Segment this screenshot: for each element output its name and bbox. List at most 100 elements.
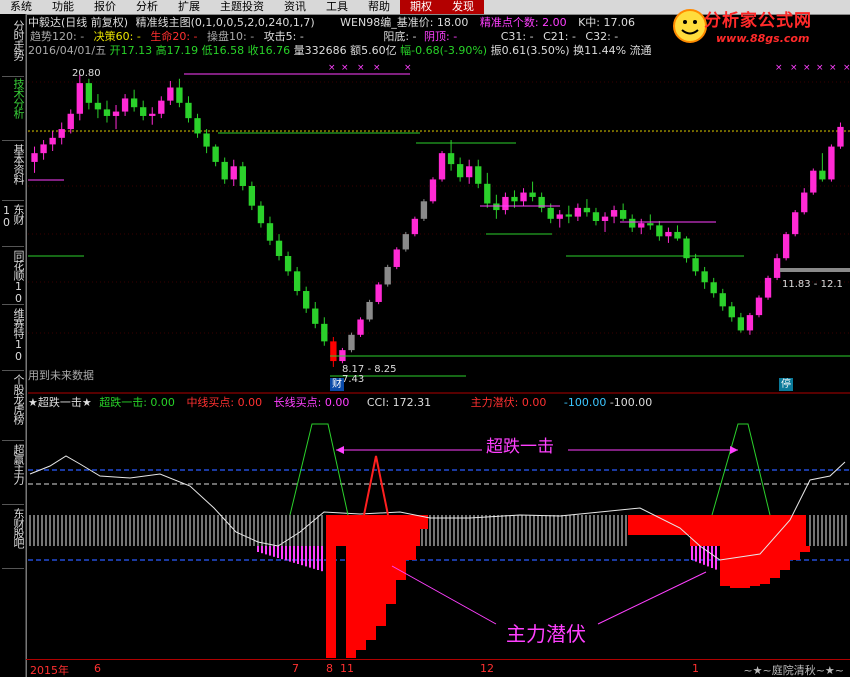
suspend-badge[interactable]: 停 [779, 378, 793, 391]
candle-body-8 [103, 109, 111, 116]
indicator-lines: × × × × × × × × × × × [28, 63, 850, 377]
candle-body-50 [484, 183, 491, 204]
finance-badge[interactable]: 财 [330, 378, 344, 391]
indicator-header: ★超跌一击★ 超跌一击: 0.00 中线买点: 0.00 长线买点: 0.00 … [28, 396, 652, 409]
candle-body-88 [828, 146, 835, 180]
zlqf-value: 主力潜伏: 0.00 [470, 396, 547, 409]
candle-body-77 [728, 306, 735, 318]
zlqf-stair-2-5 [770, 546, 780, 578]
zlqf-stair-2-6 [780, 546, 790, 570]
top-cross-7: × [803, 63, 811, 73]
v2-value: -100.00 [609, 396, 653, 409]
candle-body-25 [257, 205, 265, 224]
stock-terminal-window: 系统 功能 报价 分析 扩展 主题投资 资讯 工具 帮助 期权 发现 分时走势 技术分析 基本资料 东财1… [0, 0, 850, 677]
candle-body-6 [85, 83, 93, 103]
candle-body-67 [638, 223, 645, 228]
candle-body-42 [411, 218, 419, 235]
candle-body-31 [312, 308, 319, 324]
candle-body-53 [511, 196, 518, 202]
candle-body-41 [402, 234, 409, 250]
candle-body-52 [502, 196, 509, 211]
candle-body-32 [321, 323, 328, 342]
zlqf-stair-2-1 [730, 546, 740, 588]
candle-body-78 [737, 317, 745, 331]
long-buy-value: 长线买点: 0.00 [273, 396, 350, 409]
zlqf-stair-1-5 [386, 546, 396, 604]
candle-body-36 [357, 319, 364, 335]
axis-tick-7: 7 [292, 662, 299, 675]
candle-body-86 [810, 170, 817, 193]
high-price-label: 20.80 [72, 68, 101, 79]
candle-body-82 [773, 258, 781, 278]
candle-body-68 [647, 223, 654, 226]
candle-body-81 [764, 277, 772, 298]
candle-body-20 [212, 146, 219, 162]
candle-body-22 [230, 166, 237, 180]
annotation-pointer-left [391, 565, 497, 625]
candle-body-73 [692, 258, 699, 272]
zlqf-stair-1-2 [356, 546, 366, 650]
candle-body-21 [221, 161, 228, 180]
candle-body-66 [629, 218, 636, 228]
candle-body-2 [49, 137, 56, 145]
candle-body-70 [665, 231, 672, 237]
candle-body-16 [176, 87, 183, 103]
red-area-2b [690, 535, 806, 546]
date-axis: 2015年 6 7 8 11 12 1 ~★~庭院清秋~★~ [26, 659, 850, 677]
candle-body-7 [94, 102, 102, 110]
candle-body-80 [755, 297, 763, 316]
candle-body-89 [837, 126, 844, 147]
axis-tick-12: 12 [480, 662, 494, 675]
candle-body-30 [303, 291, 310, 309]
candle-body-38 [375, 284, 382, 302]
top-cross-10: × [843, 63, 850, 73]
candle-body-44 [429, 179, 437, 202]
candle-body-61 [583, 207, 591, 213]
v1-value: -100.00 [563, 396, 607, 409]
candle-body-1 [40, 144, 47, 154]
candle-body-69 [656, 225, 663, 237]
candle-body-33 [330, 341, 337, 362]
axis-tick-8: 8 [326, 662, 333, 675]
candle-body-63 [601, 216, 609, 221]
top-cross-0: × [328, 63, 336, 73]
candlestick-chart[interactable]: × × × × × × × × × × × [0, 0, 850, 677]
candle-body-75 [710, 282, 717, 294]
candle-body-85 [801, 192, 808, 213]
candle-body-65 [619, 210, 627, 219]
candle-body-26 [266, 223, 274, 241]
candle-body-58 [556, 214, 563, 219]
zlqf-stair-1-6 [396, 546, 406, 580]
candle-body-14 [158, 100, 165, 114]
candle-body-45 [438, 153, 446, 180]
candle-body-23 [239, 166, 246, 186]
zlqf-stair-1-0 [326, 546, 336, 658]
top-cross-5: × [775, 63, 783, 73]
candle-body-9 [112, 111, 120, 116]
zlqf-stair-2-2 [740, 546, 750, 588]
mid-buy-value: 中线买点: 0.00 [186, 396, 263, 409]
annotation-pointer-right [597, 571, 707, 625]
zlqf-stair-2-0 [720, 546, 730, 586]
candle-body-17 [185, 102, 192, 119]
zlqf-stair-1-1 [346, 546, 356, 658]
candle-body-84 [792, 212, 799, 235]
future-data-note: 用到未来数据 [28, 369, 94, 382]
annotation-chaodie: 超跌一击 [486, 437, 554, 457]
candle-body-74 [701, 271, 708, 283]
candle-body-0 [31, 153, 38, 162]
top-cross-2: × [357, 63, 365, 73]
annotation-zhulì: 主力潜伏 [506, 622, 586, 646]
zlqf-stair-1-7 [406, 546, 416, 560]
candle-body-5 [76, 83, 83, 114]
candle-body-49 [475, 166, 482, 184]
right-range-label: 11.83 - 12.1 [782, 279, 843, 290]
candle-body-54 [520, 192, 527, 202]
candle-body-13 [149, 113, 156, 116]
candle-body-64 [610, 210, 618, 217]
indicator-name[interactable]: ★超跌一击★ [28, 396, 92, 409]
candle-body-43 [420, 201, 428, 219]
cci-value: CCI: 172.31 [366, 396, 432, 409]
top-cross-3: × [373, 63, 381, 73]
axis-tick-1: 1 [692, 662, 699, 675]
